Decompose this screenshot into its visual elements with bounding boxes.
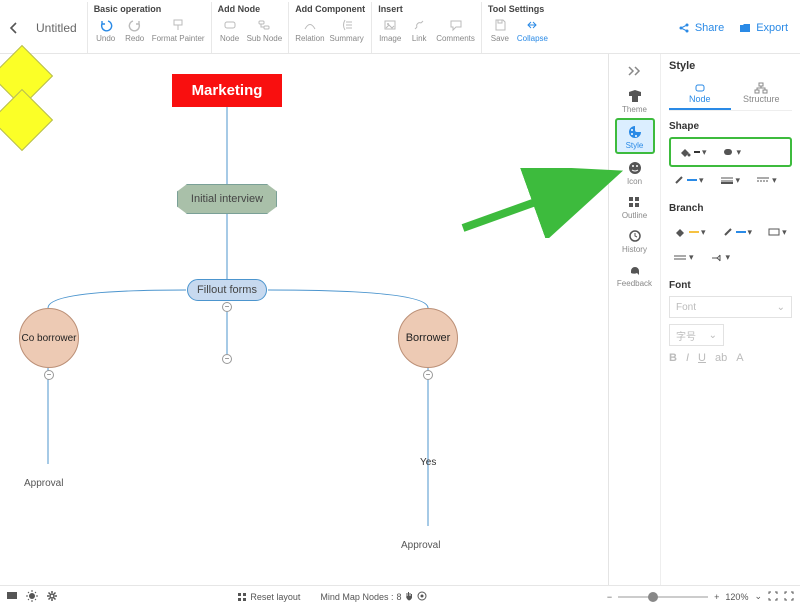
italic-button[interactable]: I xyxy=(686,352,689,364)
sidebar-icon[interactable]: Icon xyxy=(615,156,655,188)
collapse-toggle[interactable]: − xyxy=(44,370,54,380)
fit-screen-icon[interactable] xyxy=(768,591,778,603)
zoom-slider[interactable] xyxy=(618,596,708,598)
node-interview[interactable]: Initial interview xyxy=(177,184,277,214)
brightness-icon[interactable] xyxy=(26,590,38,604)
font-size-select[interactable]: 字号⌄ xyxy=(669,324,724,346)
branch-label-yes: Yes xyxy=(420,457,436,468)
collapse-toggle[interactable]: − xyxy=(222,302,232,312)
strike-button[interactable]: ab xyxy=(715,352,727,364)
tab-structure[interactable]: Structure xyxy=(731,80,793,110)
branch-fill-button[interactable]: ▾ xyxy=(669,223,710,241)
presentation-icon[interactable] xyxy=(6,590,18,604)
nodes-label: Mind Map Nodes : xyxy=(320,592,393,602)
underline-button[interactable]: U xyxy=(698,352,706,364)
group-basic-title: Basic operation xyxy=(94,2,205,17)
doc-title[interactable]: Untitled xyxy=(36,21,77,35)
collapse-toggle[interactable]: − xyxy=(423,370,433,380)
section-shape-label: Shape xyxy=(669,121,792,132)
fullscreen-icon[interactable] xyxy=(784,591,794,603)
sidebar-feedback[interactable]: Feedback xyxy=(615,258,655,290)
border-style-button[interactable]: ▾ xyxy=(752,172,781,189)
node-forms[interactable]: Fillout forms xyxy=(187,279,267,301)
node-marketing[interactable]: Marketing xyxy=(172,74,282,107)
share-button[interactable]: Share xyxy=(677,21,724,35)
node-borrower[interactable]: Borrower xyxy=(398,308,458,368)
sidebar-style[interactable]: Style xyxy=(615,118,655,154)
group-addcomp-title: Add Component xyxy=(295,2,365,17)
shape-fill-button[interactable]: ▾ xyxy=(674,143,711,161)
border-weight-button[interactable]: ▾ xyxy=(716,172,745,189)
group-addnode-title: Add Node xyxy=(218,2,283,17)
branch-line-button[interactable]: ▾ xyxy=(718,223,757,241)
zoom-out-button[interactable]: − xyxy=(607,592,612,602)
back-button[interactable] xyxy=(4,18,24,38)
collapse-toggle[interactable]: − xyxy=(222,354,232,364)
settings-icon[interactable] xyxy=(46,590,58,604)
add-subnode-button[interactable]: Sub Node xyxy=(247,17,283,43)
export-button[interactable]: Export xyxy=(738,21,788,35)
format-painter-button[interactable]: Format Painter xyxy=(152,17,205,43)
font-color-button[interactable]: A xyxy=(736,352,743,364)
branch-weight-button[interactable]: ▾ xyxy=(669,249,698,266)
branch-shape-button[interactable]: ▾ xyxy=(764,224,791,241)
font-select[interactable]: Font⌄ xyxy=(669,296,792,318)
section-font-label: Font xyxy=(669,280,792,291)
reset-layout-button[interactable]: Reset layout xyxy=(237,591,300,603)
node-coborrower[interactable]: Co borrower xyxy=(19,308,79,368)
branch-connector-button[interactable]: ▾ xyxy=(706,249,735,266)
group-toolset-title: Tool Settings xyxy=(488,2,548,17)
node-approval-2[interactable] xyxy=(0,89,53,151)
panel-collapse-button[interactable] xyxy=(615,60,655,82)
pan-icon[interactable] xyxy=(404,591,414,603)
tab-node[interactable]: Node xyxy=(669,80,731,110)
insert-comments-button[interactable]: Comments xyxy=(436,17,475,43)
border-color-button[interactable]: ▾ xyxy=(669,171,708,189)
insert-image-button[interactable]: Image xyxy=(378,17,402,43)
nodes-count: 8 xyxy=(396,592,401,602)
section-branch-label: Branch xyxy=(669,203,792,214)
undo-button[interactable]: Undo xyxy=(94,17,118,43)
relation-button[interactable]: Relation xyxy=(295,17,324,43)
save-button[interactable]: Save xyxy=(488,17,512,43)
sidebar-theme[interactable]: Theme xyxy=(615,84,655,116)
zoom-in-button[interactable]: + xyxy=(714,592,719,602)
bold-button[interactable]: B xyxy=(669,352,677,364)
zoom-value: 120% xyxy=(725,592,748,602)
sidebar-history[interactable]: History xyxy=(615,224,655,256)
highlight-arrow xyxy=(458,168,628,238)
zoom-dropdown[interactable]: ⌄ xyxy=(754,591,762,602)
canvas[interactable]: Marketing Initial interview Fillout form… xyxy=(0,54,608,585)
insert-link-button[interactable]: Link xyxy=(407,17,431,43)
shape-type-button[interactable]: ▾ xyxy=(717,143,746,161)
panel-title: Style xyxy=(669,60,792,72)
add-node-button[interactable]: Node xyxy=(218,17,242,43)
summary-button[interactable]: Summary xyxy=(330,17,364,43)
sidebar-outline[interactable]: Outline xyxy=(615,190,655,222)
center-icon[interactable] xyxy=(417,591,427,603)
collapse-button[interactable]: Collapse xyxy=(517,17,548,43)
redo-button[interactable]: Redo xyxy=(123,17,147,43)
group-insert-title: Insert xyxy=(378,2,475,17)
